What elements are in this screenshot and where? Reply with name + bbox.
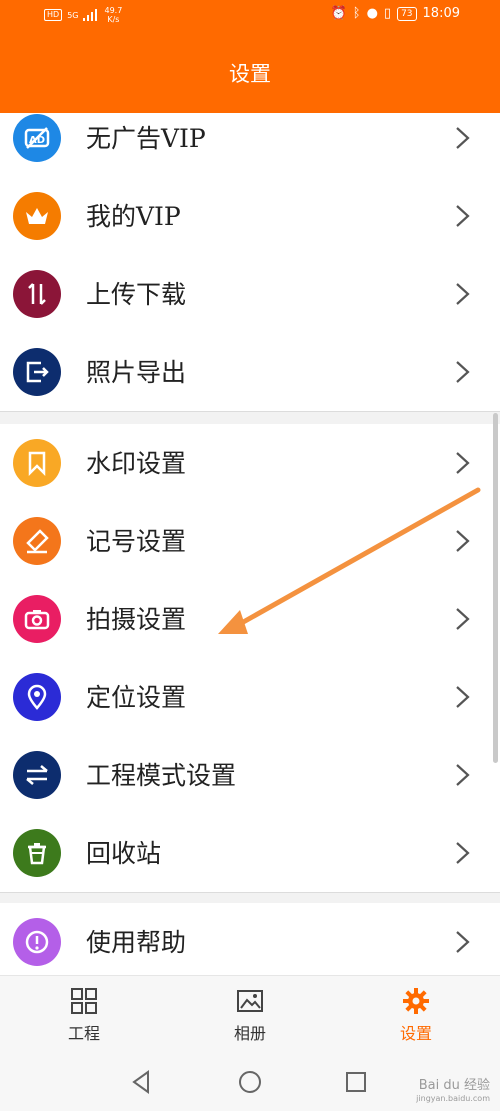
- bottom-nav: 工程 相册 设置: [0, 975, 500, 1054]
- tab-label: 相册: [233, 1024, 266, 1043]
- scrollbar[interactable]: [493, 413, 498, 763]
- export-icon: [13, 348, 61, 396]
- clock: 18:09: [422, 6, 460, 21]
- setting-item-location[interactable]: 定位设置: [0, 658, 500, 737]
- app-bar: 设置: [0, 36, 500, 113]
- trash-icon: [13, 829, 61, 877]
- tab-projects[interactable]: 工程: [34, 986, 134, 1044]
- camera-icon: [13, 595, 61, 643]
- setting-item-capture[interactable]: 拍摄设置: [0, 580, 500, 659]
- setting-item-project-mode[interactable]: 工程模式设置: [0, 736, 500, 815]
- grid-icon: [71, 988, 97, 1014]
- chevron-right-icon: [456, 931, 470, 953]
- tab-settings[interactable]: 设置: [366, 986, 466, 1044]
- setting-label: 回收站: [86, 839, 162, 868]
- signal-label: 5G: [67, 10, 79, 20]
- chevron-right-icon: [456, 452, 470, 474]
- bookmark-icon: [13, 439, 61, 487]
- hd-badge: HD: [44, 9, 63, 21]
- signal-icon: [83, 9, 98, 21]
- chevron-right-icon: [456, 283, 470, 305]
- no-ads-icon: AD: [13, 114, 61, 162]
- setting-label: 记号设置: [86, 527, 187, 556]
- home-icon[interactable]: [237, 1069, 263, 1095]
- chevron-right-icon: [456, 127, 470, 149]
- tab-label: 工程: [67, 1024, 100, 1043]
- watermark-url: jingyan.baidu.com: [416, 1094, 490, 1103]
- speed-value: 49.7: [104, 6, 123, 15]
- alarm-icon: ⏰: [330, 6, 347, 21]
- setting-label: 照片导出: [86, 358, 187, 387]
- status-left: HD 5G 49.7 K/s: [44, 6, 122, 24]
- tab-album[interactable]: 相册: [200, 986, 300, 1044]
- chevron-right-icon: [456, 361, 470, 383]
- mode-switch-icon: [13, 751, 61, 799]
- transfer-icon: [13, 270, 61, 318]
- battery-icon: 73: [397, 6, 417, 21]
- chevron-right-icon: [456, 842, 470, 864]
- chevron-right-icon: [456, 764, 470, 786]
- location-pin-icon: [13, 673, 61, 721]
- marker-icon: [13, 517, 61, 565]
- setting-item-marker[interactable]: 记号设置: [0, 502, 500, 581]
- page-title: 设置: [229, 62, 271, 86]
- setting-item-photo-export[interactable]: 照片导出: [0, 333, 500, 412]
- setting-label: 工程模式设置: [86, 761, 237, 790]
- setting-item-recycle-bin[interactable]: 回收站: [0, 814, 500, 893]
- setting-label: 定位设置: [86, 683, 187, 712]
- setting-item-no-ads-vip[interactable]: AD 无广告VIP: [0, 113, 500, 178]
- speed-unit: K/s: [107, 15, 120, 24]
- setting-item-help[interactable]: 使用帮助: [0, 903, 500, 975]
- setting-item-my-vip[interactable]: 我的VIP: [0, 177, 500, 256]
- chevron-right-icon: [456, 686, 470, 708]
- chevron-right-icon: [456, 205, 470, 227]
- setting-label: 水印设置: [86, 449, 187, 478]
- setting-label: 上传下载: [86, 280, 187, 309]
- system-nav: Bai du 经验 jingyan.baidu.com: [0, 1053, 500, 1111]
- status-right: ⏰ ᛒ ● ▯ 73 18:09: [331, 6, 460, 21]
- help-icon: [13, 918, 61, 966]
- setting-item-watermark[interactable]: 水印设置: [0, 424, 500, 503]
- setting-label: 使用帮助: [86, 928, 187, 957]
- recents-icon[interactable]: [343, 1069, 369, 1095]
- tab-label: 设置: [399, 1024, 432, 1043]
- status-bar: HD 5G 49.7 K/s ⏰ ᛒ ● ▯ 73 18:09: [0, 0, 500, 36]
- crown-icon: [13, 192, 61, 240]
- chevron-right-icon: [456, 608, 470, 630]
- setting-item-upload-download[interactable]: 上传下载: [0, 255, 500, 334]
- watermark: Bai du 经验 jingyan.baidu.com: [416, 1078, 490, 1105]
- setting-label: 无广告VIP: [86, 124, 206, 153]
- setting-label: 拍摄设置: [86, 605, 187, 634]
- settings-list[interactable]: AD 无广告VIP 我的VIP 上传下载 照片导出 水印设置 记号设置 拍摄设置…: [0, 113, 500, 975]
- chevron-right-icon: [456, 530, 470, 552]
- watermark-text: Bai du 经验: [418, 1078, 490, 1093]
- back-icon[interactable]: [130, 1069, 156, 1095]
- location-icon: ●: [366, 6, 378, 21]
- vibrate-icon: ▯: [383, 6, 392, 21]
- setting-label: 我的VIP: [86, 202, 181, 231]
- album-icon: [237, 990, 263, 1012]
- network-speed: 49.7 K/s: [104, 6, 122, 24]
- gear-icon: [403, 988, 429, 1014]
- bluetooth-icon: ᛒ: [352, 6, 361, 21]
